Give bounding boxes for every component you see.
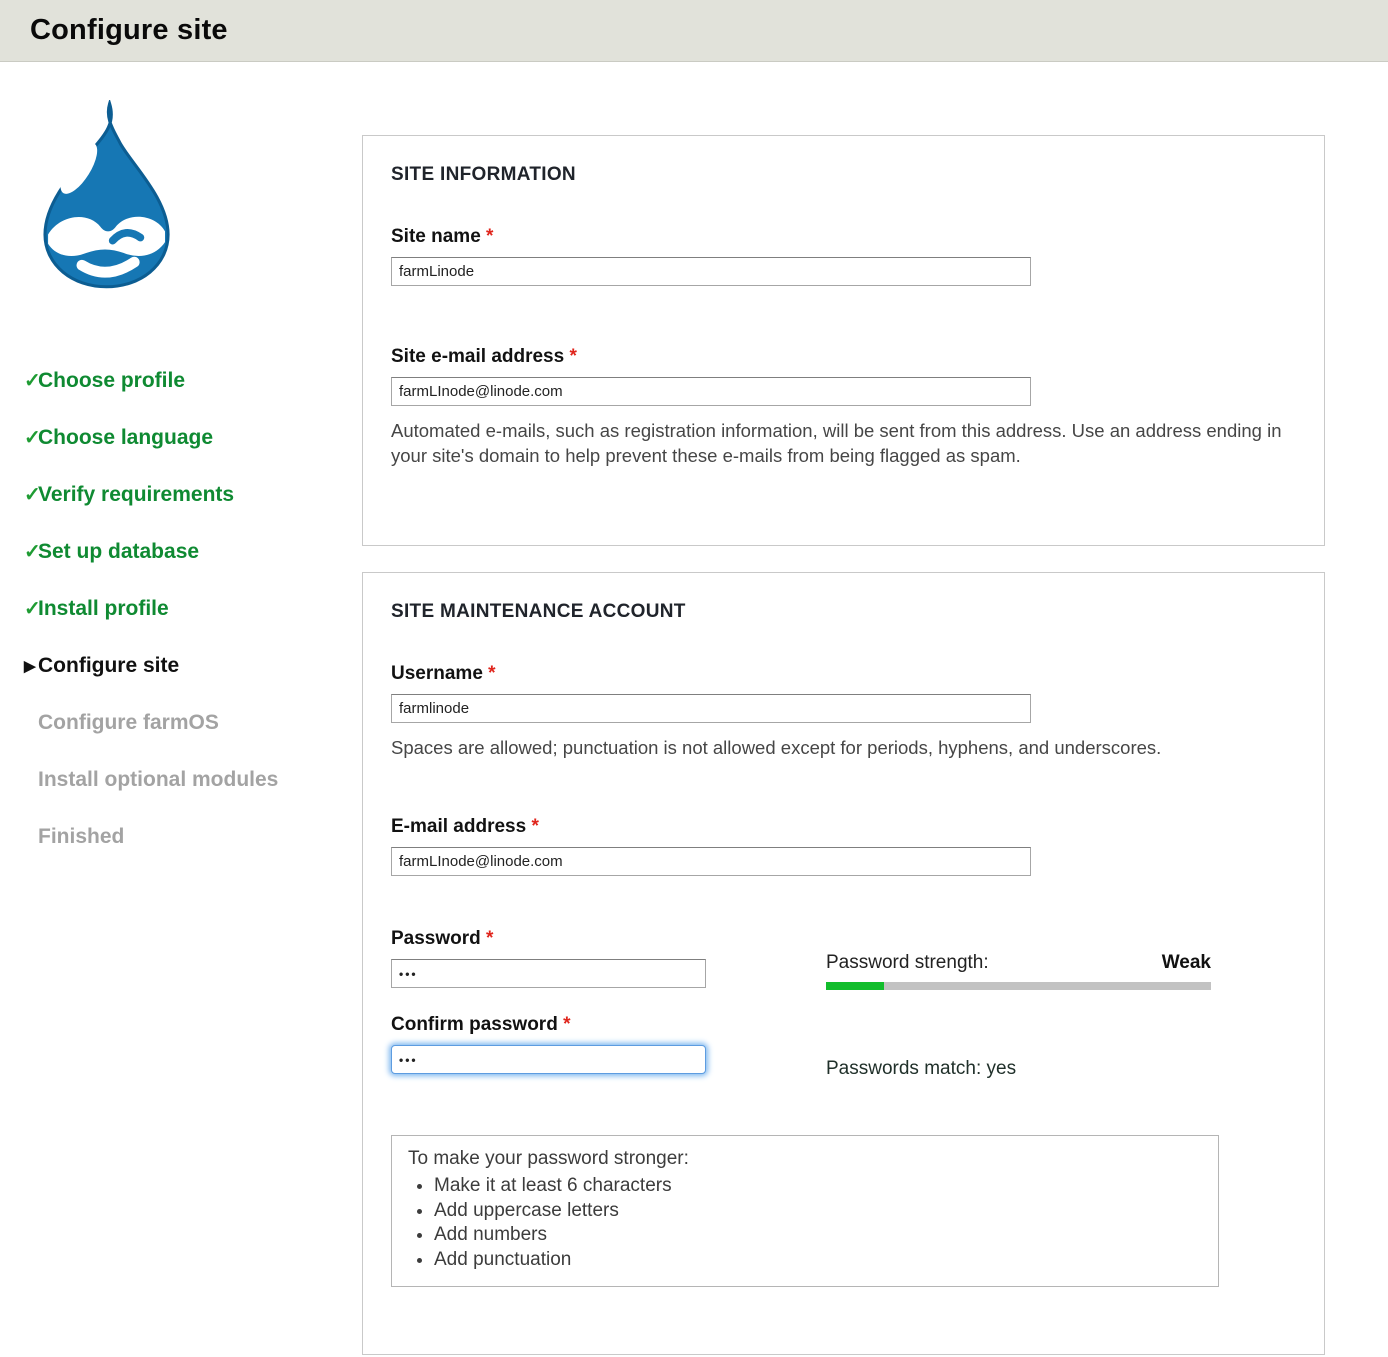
site-maintenance-account-legend: SITE MAINTENANCE ACCOUNT	[391, 601, 1296, 623]
passwords-match-text: Passwords match: yes	[826, 1058, 1016, 1080]
step-configure-farmos: Configure farmOS	[0, 694, 362, 751]
installer-sidebar: ✓ Choose profile ✓ Choose language ✓ Ver…	[0, 62, 362, 1355]
step-label: Finished	[38, 825, 124, 849]
step-configure-site: ▶ Configure site	[0, 637, 362, 694]
required-asterisk: *	[486, 226, 493, 247]
required-asterisk: *	[531, 816, 538, 837]
check-icon: ✓	[0, 596, 38, 621]
password-strength-label: Password strength:	[826, 952, 989, 974]
step-install-profile: ✓ Install profile	[0, 580, 362, 637]
drupal-logo	[25, 100, 185, 292]
page-title: Configure site	[30, 14, 228, 47]
step-label: Set up database	[38, 540, 199, 564]
check-icon: ✓	[0, 368, 38, 393]
required-asterisk: *	[488, 663, 495, 684]
account-email-input[interactable]	[391, 847, 1031, 876]
password-label: Password *	[391, 928, 1296, 950]
active-arrow-icon: ▶	[0, 657, 38, 675]
password-column: Password * Confirm password *	[391, 928, 1296, 1074]
site-name-label: Site name *	[391, 226, 1296, 248]
confirm-password-label: Confirm password *	[391, 1014, 1296, 1036]
password-tip: Add numbers	[434, 1223, 1202, 1248]
site-email-input[interactable]	[391, 377, 1031, 406]
username-label: Username *	[391, 663, 1296, 685]
password-tip: Add uppercase letters	[434, 1199, 1202, 1224]
step-finished: Finished	[0, 808, 362, 865]
username-field: Username * Spaces are allowed; punctuati…	[391, 663, 1296, 760]
step-label: Install optional modules	[38, 768, 278, 792]
password-strength-widget: Password strength: Weak	[826, 952, 1211, 990]
drupal-droplet-icon	[25, 100, 185, 292]
step-set-up-database: ✓ Set up database	[0, 523, 362, 580]
installer-step-list: ✓ Choose profile ✓ Choose language ✓ Ver…	[0, 352, 362, 865]
password-tips-title: To make your password stronger:	[408, 1146, 1202, 1172]
required-asterisk: *	[563, 1014, 570, 1035]
step-label: Choose language	[38, 426, 213, 450]
required-asterisk: *	[569, 346, 576, 367]
site-information-fieldset: SITE INFORMATION Site name * Site e-mail…	[362, 135, 1325, 546]
site-information-legend: SITE INFORMATION	[391, 164, 1296, 186]
site-maintenance-account-fieldset: SITE MAINTENANCE ACCOUNT Username * Spac…	[362, 572, 1325, 1355]
check-icon: ✓	[0, 425, 38, 450]
content-area: ✓ Choose profile ✓ Choose language ✓ Ver…	[0, 62, 1388, 1355]
step-label: Verify requirements	[38, 483, 234, 507]
username-description: Spaces are allowed; punctuation is not a…	[391, 735, 1291, 760]
password-tips-box: To make your password stronger: Make it …	[391, 1135, 1219, 1287]
password-tip: Make it at least 6 characters	[434, 1174, 1202, 1199]
step-label: Install profile	[38, 597, 169, 621]
password-strength-bar-fill	[826, 982, 884, 990]
configure-site-form: SITE INFORMATION Site name * Site e-mail…	[362, 135, 1325, 1355]
step-label: Configure farmOS	[38, 711, 219, 735]
step-label: Configure site	[38, 654, 179, 678]
check-icon: ✓	[0, 539, 38, 564]
account-email-field: E-mail address *	[391, 816, 1296, 876]
step-choose-profile: ✓ Choose profile	[0, 352, 362, 409]
step-verify-requirements: ✓ Verify requirements	[0, 466, 362, 523]
check-icon: ✓	[0, 482, 38, 507]
step-install-optional-modules: Install optional modules	[0, 751, 362, 808]
header-bar: Configure site	[0, 0, 1388, 62]
username-input[interactable]	[391, 694, 1031, 723]
site-email-label: Site e-mail address *	[391, 346, 1296, 368]
password-strength-bar	[826, 982, 1211, 990]
step-label: Choose profile	[38, 369, 185, 393]
confirm-password-input[interactable]	[391, 1045, 706, 1074]
site-email-field: Site e-mail address * Automated e-mails,…	[391, 346, 1296, 468]
step-choose-language: ✓ Choose language	[0, 409, 362, 466]
password-strength-value: Weak	[1162, 952, 1211, 974]
site-name-field: Site name *	[391, 226, 1296, 286]
password-area: Password * Confirm password *	[391, 928, 1296, 1103]
password-input[interactable]	[391, 959, 706, 988]
account-email-label: E-mail address *	[391, 816, 1296, 838]
site-name-input[interactable]	[391, 257, 1031, 286]
site-email-description: Automated e-mails, such as registration …	[391, 418, 1291, 468]
required-asterisk: *	[486, 928, 493, 949]
password-tips-list: Make it at least 6 characters Add upperc…	[434, 1174, 1202, 1272]
password-tip: Add punctuation	[434, 1248, 1202, 1273]
